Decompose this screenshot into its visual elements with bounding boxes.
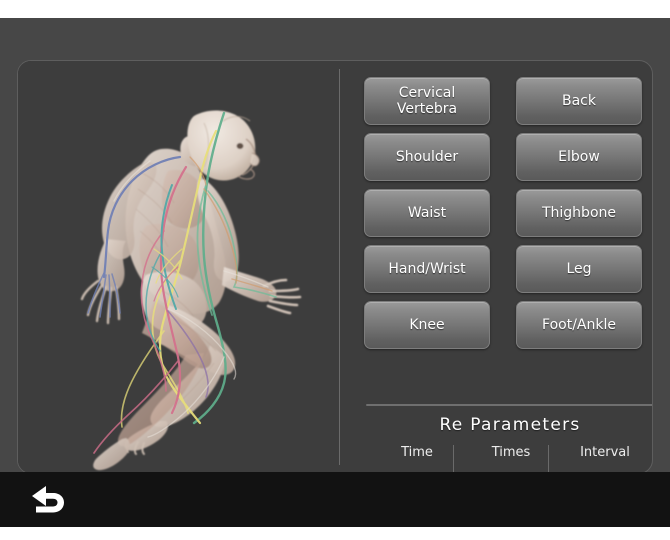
button-row: Waist Thighbone — [364, 189, 642, 237]
back-arrow-icon — [32, 486, 64, 513]
button-hand-wrist[interactable]: Hand/Wrist — [364, 245, 490, 293]
button-row: Cervical Vertebra Back — [364, 77, 642, 125]
parameter-separator — [453, 445, 454, 473]
parameters-table: Time Min Times Times Interval Days — [370, 441, 652, 473]
body-part-button-grid: Cervical Vertebra Back Shoulder Elbow Wa… — [364, 77, 642, 357]
main-panel: Cervical Vertebra Back Shoulder Elbow Wa… — [17, 60, 653, 474]
anatomy-illustration[interactable] — [18, 61, 340, 473]
anatomy-figure-svg — [18, 61, 340, 473]
outer-dark-field: Cervical Vertebra Back Shoulder Elbow Wa… — [0, 18, 670, 474]
back-button[interactable] — [26, 482, 72, 518]
button-thighbone[interactable]: Thighbone — [516, 189, 642, 237]
parameter-header-interval: Interval — [580, 445, 630, 460]
button-row: Hand/Wrist Leg — [364, 245, 642, 293]
top-white-margin — [0, 0, 670, 18]
button-waist[interactable]: Waist — [364, 189, 490, 237]
button-row: Shoulder Elbow — [364, 133, 642, 181]
parameters-divider — [366, 404, 652, 406]
bottom-navigation-bar — [0, 472, 670, 527]
parameter-header-times: Times — [491, 445, 531, 460]
app-screen: Cervical Vertebra Back Shoulder Elbow Wa… — [0, 0, 670, 540]
button-elbow[interactable]: Elbow — [516, 133, 642, 181]
parameters-title: Re Parameters — [439, 415, 581, 435]
button-foot-ankle[interactable]: Foot/Ankle — [516, 301, 642, 349]
button-knee[interactable]: Knee — [364, 301, 490, 349]
parameter-column-interval[interactable]: Interval Days — [558, 441, 652, 473]
parameter-separator — [548, 445, 549, 473]
button-row: Knee Foot/Ankle — [364, 301, 642, 349]
parameter-header-time: Time — [401, 445, 433, 460]
button-back[interactable]: Back — [516, 77, 642, 125]
button-cervical-vertebra[interactable]: Cervical Vertebra — [364, 77, 490, 125]
vertical-divider — [339, 69, 340, 465]
bottom-white-margin — [0, 527, 670, 540]
parameter-column-times[interactable]: Times Times — [464, 441, 558, 473]
parameter-column-time[interactable]: Time Min — [370, 441, 464, 473]
button-leg[interactable]: Leg — [516, 245, 642, 293]
button-shoulder[interactable]: Shoulder — [364, 133, 490, 181]
